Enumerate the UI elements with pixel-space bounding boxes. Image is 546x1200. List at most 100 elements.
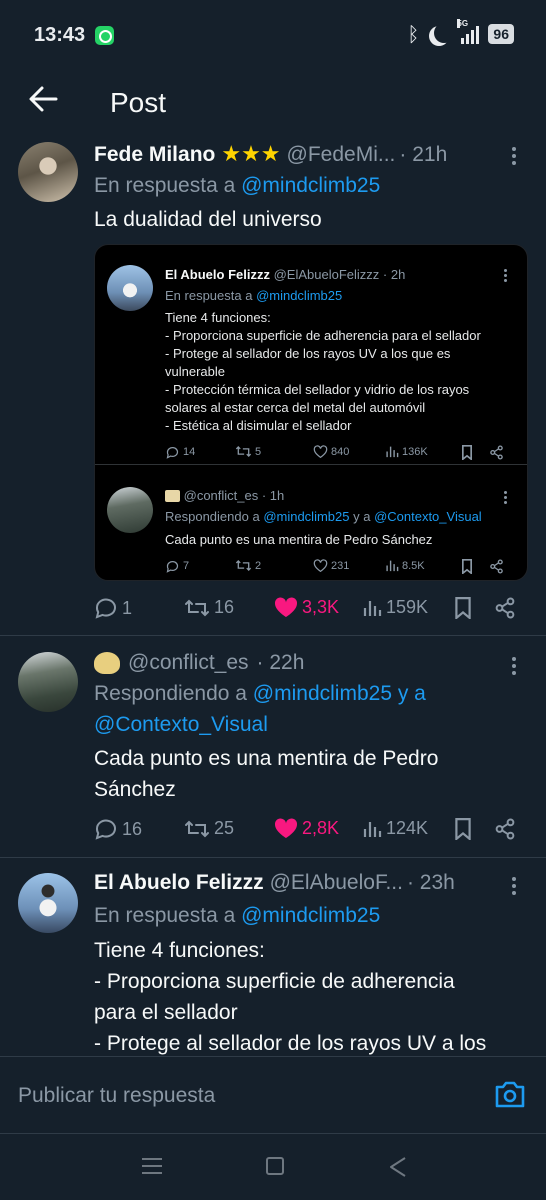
more-icon[interactable] bbox=[512, 147, 518, 165]
timestamp[interactable]: · 21h bbox=[399, 143, 447, 167]
nav-home-icon[interactable] bbox=[266, 1157, 284, 1175]
heart-icon bbox=[274, 597, 298, 617]
views-button[interactable]: 159K bbox=[362, 597, 428, 618]
tweet-header: El Abuelo Felizzz @ElAbueloF... · 23h bbox=[94, 871, 522, 895]
moon-icon bbox=[434, 23, 454, 43]
bookmark-icon[interactable] bbox=[454, 597, 472, 619]
embed-mention-3: @Contexto_Visual bbox=[374, 509, 482, 524]
avatar[interactable] bbox=[18, 652, 78, 712]
reply-and: y a bbox=[392, 682, 426, 705]
avatar[interactable] bbox=[18, 873, 78, 933]
embed-share-icon-2 bbox=[490, 559, 503, 574]
retweet-count: 16 bbox=[214, 597, 235, 617]
reply-prefix: Respondiendo a bbox=[94, 682, 253, 705]
retweet-button[interactable]: 25 bbox=[184, 818, 234, 839]
reply-context: En respuesta a @mindclimb25 bbox=[94, 170, 522, 201]
retweet-icon bbox=[185, 599, 209, 616]
embed-retweets-2: 2 bbox=[255, 559, 262, 572]
embed-views: 136K bbox=[402, 445, 428, 458]
embed-mention-2: @mindclimb25 bbox=[263, 509, 350, 524]
tweet-actions: 1 16 3,3K 159K bbox=[94, 597, 526, 623]
like-button[interactable]: 2,8K bbox=[274, 818, 339, 839]
mention-link[interactable]: @mindclimb25 bbox=[241, 174, 380, 197]
more-icon[interactable] bbox=[512, 877, 518, 895]
tweet-header: Fede Milano ★★★ @FedeMi... · 21h bbox=[94, 142, 522, 167]
embed-reply-count: 14 bbox=[165, 445, 195, 459]
share-icon[interactable] bbox=[494, 818, 516, 840]
reply-composer: Publicar tu respuesta bbox=[0, 1056, 546, 1134]
reply-prefix: En respuesta a bbox=[94, 174, 242, 197]
retweet-button[interactable]: 16 bbox=[184, 597, 234, 618]
star-badge-icon: ★★★ bbox=[221, 142, 281, 167]
embed-more-icon-2 bbox=[504, 491, 507, 504]
embed-actions: 14 5 840 136K bbox=[165, 445, 505, 463]
embed-text: Tiene 4 funciones: - Proporciona superfi… bbox=[165, 310, 481, 433]
display-name[interactable]: El Abuelo Felizzz bbox=[94, 871, 264, 895]
embed-replies-2: 7 bbox=[183, 560, 190, 572]
reply-button[interactable]: 16 bbox=[94, 818, 142, 840]
signal-icon: 5G bbox=[457, 19, 480, 44]
embed-like-count: 840 bbox=[313, 445, 349, 458]
tweet-conflict-es[interactable]: @conflict_es · 22h Respondiendo a @mindc… bbox=[0, 637, 546, 858]
reply-count: 1 bbox=[122, 597, 133, 618]
status-bar: 13:43 ᛒ 5G 96 bbox=[0, 0, 546, 72]
emoji-icon bbox=[94, 652, 120, 674]
back-arrow-icon[interactable] bbox=[26, 82, 60, 116]
network-label: 5G bbox=[457, 19, 469, 28]
tweet-el-abuelo-felizzz[interactable]: El Abuelo Felizzz @ElAbueloF... · 23h En… bbox=[0, 859, 546, 1056]
view-count: 159K bbox=[386, 597, 429, 617]
handle[interactable]: @ElAbueloF... bbox=[270, 871, 403, 895]
embed-actions-2: 7 2 231 8.5K bbox=[165, 559, 505, 577]
reply-icon bbox=[95, 598, 116, 619]
handle[interactable]: @conflict_es bbox=[128, 651, 249, 675]
nav-back-icon[interactable] bbox=[388, 1156, 408, 1178]
nav-menu-icon[interactable] bbox=[142, 1158, 162, 1174]
bluetooth-icon: ᛒ bbox=[407, 22, 420, 46]
attached-image[interactable]: El Abuelo Felizzz @ElAbueloFelizzz · 2h … bbox=[94, 244, 528, 581]
embed-reply-and: y a bbox=[349, 509, 375, 524]
reply-input[interactable]: Publicar tu respuesta bbox=[18, 1084, 215, 1108]
embed-reply-context: En respuesta a @mindclimb25 bbox=[165, 288, 513, 303]
embed-reply-count-2: 7 bbox=[165, 559, 189, 573]
reply-context: En respuesta a @mindclimb25 bbox=[94, 900, 522, 931]
like-button[interactable]: 3,3K bbox=[274, 597, 339, 618]
status-icons: ᛒ 5G 96 bbox=[407, 19, 514, 46]
embed-retweet-count: 5 bbox=[235, 445, 261, 458]
like-count: 3,3K bbox=[302, 597, 340, 617]
tweet-text: La dualidad del universo bbox=[94, 208, 322, 231]
bookmark-icon[interactable] bbox=[454, 818, 472, 840]
mention-link[interactable]: @mindclimb25 bbox=[241, 904, 380, 927]
camera-icon[interactable] bbox=[494, 1079, 526, 1109]
embed-header-2: @conflict_es · 1h bbox=[165, 488, 507, 503]
battery-level: 96 bbox=[488, 24, 514, 44]
avatar[interactable] bbox=[18, 142, 78, 202]
embed-bookmark-icon-2 bbox=[462, 559, 472, 574]
timestamp[interactable]: · 23h bbox=[407, 871, 455, 895]
embed-retweet-count-2: 2 bbox=[235, 559, 261, 572]
display-name[interactable]: Fede Milano bbox=[94, 143, 215, 167]
embed-reply-prefix-2: Respondiendo a bbox=[165, 509, 264, 524]
embed-views-2: 8.5K bbox=[402, 559, 425, 572]
views-button[interactable]: 124K bbox=[362, 818, 428, 839]
embed-avatar bbox=[107, 265, 153, 311]
embed-likes-2: 231 bbox=[331, 559, 350, 572]
more-icon[interactable] bbox=[512, 657, 518, 675]
embed-reply-prefix: En respuesta a bbox=[165, 288, 257, 303]
views-icon bbox=[363, 821, 382, 837]
mention-link[interactable]: @mindclimb25 bbox=[253, 682, 392, 705]
tweet-fede-milano[interactable]: Fede Milano ★★★ @FedeMi... · 21h En resp… bbox=[0, 142, 546, 636]
app-header: Post bbox=[0, 72, 546, 142]
tweet-header: @conflict_es · 22h bbox=[94, 651, 522, 675]
share-icon[interactable] bbox=[494, 597, 516, 619]
system-nav-bar bbox=[0, 1134, 546, 1200]
tweet-actions: 16 25 2,8K 124K bbox=[94, 818, 526, 844]
timestamp[interactable]: · 22h bbox=[257, 651, 305, 675]
mention-link-2[interactable]: @Contexto_Visual bbox=[94, 713, 268, 736]
embed-share-icon bbox=[490, 445, 503, 460]
handle[interactable]: @FedeMi... bbox=[287, 143, 396, 167]
reply-count: 16 bbox=[122, 818, 143, 839]
embed-replies: 14 bbox=[183, 446, 196, 458]
embed-avatar-2 bbox=[107, 487, 153, 533]
reply-button[interactable]: 1 bbox=[94, 597, 132, 619]
tweet-text: Tiene 4 funciones: - Proporciona superfi… bbox=[94, 939, 487, 1055]
